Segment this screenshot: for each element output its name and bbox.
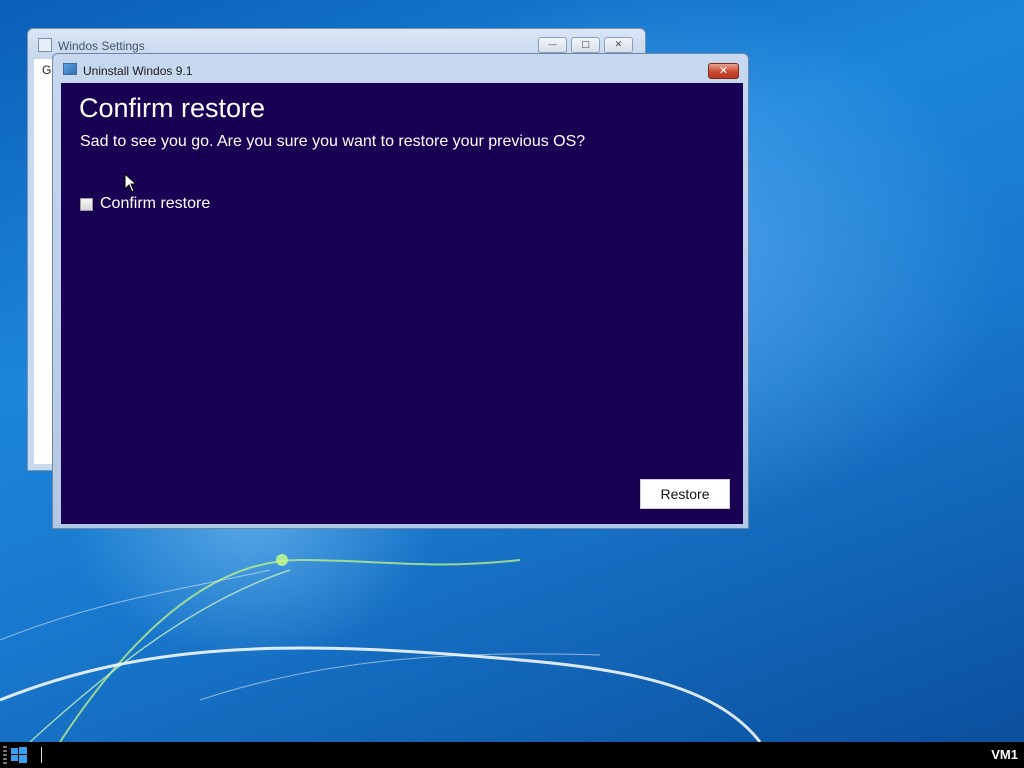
vm-label: VM1 bbox=[991, 747, 1018, 762]
maximize-button[interactable]: □ bbox=[571, 37, 600, 53]
taskbar: VM1 bbox=[0, 742, 1024, 768]
taskbar-grip[interactable] bbox=[3, 746, 7, 764]
confirm-message: Sad to see you go. Are you sure you want… bbox=[80, 133, 586, 150]
taskbar-text-caret[interactable] bbox=[41, 747, 42, 763]
dialog-title: Uninstall Windos 9.1 bbox=[83, 64, 193, 78]
start-windows-icon[interactable] bbox=[11, 747, 27, 763]
settings-window-icon bbox=[38, 38, 52, 52]
confirm-restore-label[interactable]: Confirm restore bbox=[100, 195, 210, 213]
mouse-cursor-icon bbox=[124, 173, 138, 193]
minimize-button[interactable]: — bbox=[538, 37, 567, 53]
uninstall-dialog: Uninstall Windos 9.1 ✕ Confirm restore S… bbox=[52, 53, 749, 529]
page-title: Confirm restore bbox=[79, 93, 266, 123]
settings-window-title: Windos Settings bbox=[58, 39, 145, 53]
confirm-restore-checkbox[interactable] bbox=[80, 197, 93, 211]
dialog-close-button[interactable]: ✕ bbox=[708, 63, 739, 79]
uninstall-app-icon bbox=[63, 63, 77, 75]
restore-button[interactable]: Restore bbox=[640, 479, 730, 509]
settings-client-text: G bbox=[42, 63, 52, 77]
close-button[interactable]: ✕ bbox=[604, 37, 633, 53]
confirm-restore-row[interactable]: Confirm restore bbox=[80, 195, 210, 213]
dialog-titlebar[interactable]: Uninstall Windos 9.1 ✕ bbox=[53, 54, 748, 84]
dialog-content: Confirm restore Sad to see you go. Are y… bbox=[61, 83, 743, 524]
